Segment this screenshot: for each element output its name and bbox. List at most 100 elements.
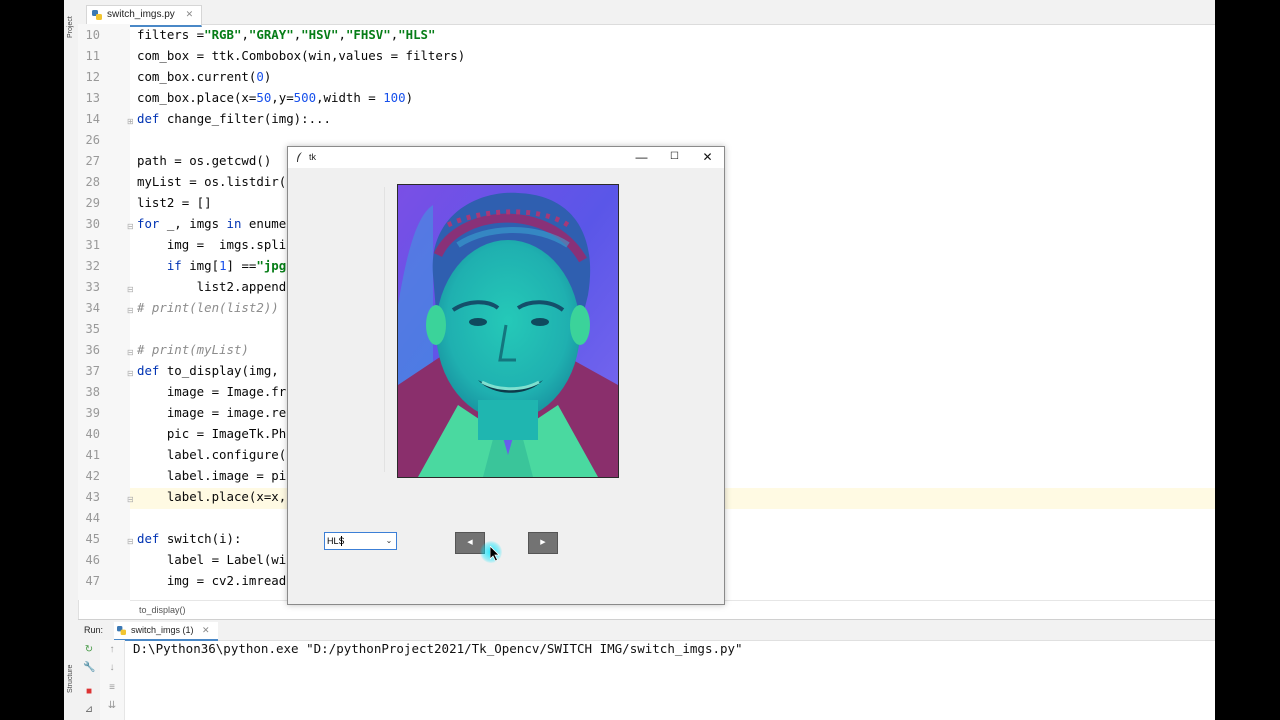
line-number: 12	[85, 70, 100, 84]
code-line[interactable]: pic = ImageTk.Pho	[137, 426, 294, 441]
chevron-down-icon[interactable]: ⌄	[384, 533, 394, 549]
code-line[interactable]: com_box.place(x=50,y=500,width = 100)	[137, 90, 413, 105]
screen-border-right	[1215, 0, 1280, 720]
line-number: 46	[85, 553, 100, 567]
run-toolbar: ↻ 🔧 ■ ⊿	[78, 640, 101, 720]
code-line[interactable]: label.configure(i	[137, 447, 294, 462]
tk-feather-icon	[297, 152, 302, 162]
line-number: 35	[85, 322, 100, 336]
code-line[interactable]: # print(len(list2))	[137, 300, 279, 315]
code-line[interactable]: for _, imgs in enumer	[137, 216, 294, 231]
mouse-cursor-icon	[490, 546, 500, 562]
code-line[interactable]: img = cv2.imread(	[137, 573, 294, 588]
line-number: 14	[85, 112, 100, 126]
run-toolbar-secondary: ↑ ↓ ≡ ⇊	[100, 640, 125, 720]
code-line[interactable]: filters ="RGB","GRAY","HSV","FHSV","HLS"	[137, 27, 435, 42]
line-number: 47	[85, 574, 100, 588]
run-config-label: switch_imgs (1)	[131, 625, 194, 635]
maximize-button[interactable]: ☐	[658, 147, 691, 168]
fold-marker-icon[interactable]: ⊟	[127, 306, 136, 315]
file-tab-label: switch_imgs.py	[107, 9, 175, 20]
fold-marker-icon[interactable]: ⊟	[127, 222, 136, 231]
project-tool-label[interactable]: Project	[67, 16, 74, 38]
line-number: 32	[85, 259, 100, 273]
line-number: 33	[85, 280, 100, 294]
filter-combobox[interactable]: HLS ⌄	[324, 532, 397, 550]
line-number: 44	[85, 511, 100, 525]
next-button[interactable]: ▶	[528, 532, 558, 554]
tk-titlebar[interactable]: tk — ☐ ✕	[288, 147, 724, 168]
line-number: 34	[85, 301, 100, 315]
close-run-tab-icon[interactable]: ✕	[202, 625, 210, 635]
fold-marker-icon[interactable]: ⊟	[127, 348, 136, 357]
line-number: 27	[85, 154, 100, 168]
code-line[interactable]: if img[1] =="jpg"	[137, 258, 294, 273]
fold-marker-icon[interactable]: ⊟	[127, 537, 136, 546]
editor-tab-bar: switch_imgs.py ✕	[78, 0, 1215, 27]
hls-filtered-portrait	[398, 185, 618, 477]
line-number: 45	[85, 532, 100, 546]
python-run-icon	[117, 626, 126, 635]
line-number: 39	[85, 406, 100, 420]
run-tool-header: Run: switch_imgs (1) ✕	[78, 619, 1215, 641]
line-number: 11	[85, 49, 100, 63]
stop-icon[interactable]: ■	[83, 686, 95, 698]
tk-window[interactable]: tk — ☐ ✕ HLS ⌄ ◀ ▶	[287, 146, 725, 605]
code-line[interactable]: myList = os.listdir(p	[137, 174, 294, 189]
line-number: 38	[85, 385, 100, 399]
code-line[interactable]: def change_filter(img):...	[137, 111, 331, 126]
soft-wrap-icon[interactable]: ≡	[106, 682, 118, 694]
code-line[interactable]: com_box.current(0)	[137, 69, 271, 84]
code-line[interactable]: list2 = []	[137, 195, 212, 210]
run-config-tab[interactable]: switch_imgs (1) ✕	[114, 622, 218, 641]
code-line[interactable]: # print(myList)	[137, 342, 249, 357]
line-number: 13	[85, 91, 100, 105]
line-number: 28	[85, 175, 100, 189]
code-line[interactable]: label.place(x=x,	[137, 489, 294, 504]
code-line[interactable]: def to_display(img, l	[137, 363, 294, 378]
close-tab-icon[interactable]: ✕	[186, 9, 194, 19]
structure-tool-label[interactable]: Structure	[67, 665, 74, 693]
line-number: 42	[85, 469, 100, 483]
left-tool-strip: Project Structure	[64, 0, 79, 720]
code-line[interactable]: img = imgs.split	[137, 237, 294, 252]
python-file-icon	[92, 10, 102, 20]
line-number: 43	[85, 490, 100, 504]
line-number: 36	[85, 343, 100, 357]
code-line[interactable]: image = Image.fro	[137, 384, 294, 399]
fold-marker-icon[interactable]: ⊟	[127, 369, 136, 378]
scroll-to-end-icon[interactable]: ⇊	[106, 700, 118, 712]
code-line[interactable]: com_box = ttk.Combobox(win,values = filt…	[137, 48, 465, 63]
code-line[interactable]: label.image = pic	[137, 468, 294, 483]
minimize-button[interactable]: —	[625, 147, 658, 168]
line-number: 26	[85, 133, 100, 147]
faint-divider	[384, 187, 385, 472]
fold-marker-icon[interactable]: ⊟	[127, 285, 136, 294]
code-line[interactable]: def switch(i):	[137, 531, 241, 546]
arrow-up-icon[interactable]: ↑	[106, 644, 118, 656]
line-number: 29	[85, 196, 100, 210]
pin-icon[interactable]: ⊿	[83, 704, 95, 716]
console-output[interactable]: D:\Python36\python.exe "D:/pythonProject…	[133, 641, 743, 656]
line-number: 10	[85, 28, 100, 42]
fold-marker-icon[interactable]: ⊟	[127, 495, 136, 504]
arrow-down-icon[interactable]: ↓	[106, 662, 118, 674]
close-button[interactable]: ✕	[691, 147, 724, 168]
line-number: 37	[85, 364, 100, 378]
code-line[interactable]: label = Label(win	[137, 552, 294, 567]
filtered-photo	[397, 184, 619, 478]
wrench-icon[interactable]: 🔧	[83, 662, 95, 674]
fold-marker-icon[interactable]: ⊞	[127, 117, 136, 126]
run-label: Run:	[84, 625, 104, 635]
code-line[interactable]: list2.append(	[137, 279, 294, 294]
rerun-icon[interactable]: ↻	[83, 644, 95, 656]
code-line[interactable]: image = image.res	[137, 405, 294, 420]
line-number: 40	[85, 427, 100, 441]
line-number: 31	[85, 238, 100, 252]
line-number: 30	[85, 217, 100, 231]
line-number: 41	[85, 448, 100, 462]
breadcrumb-item[interactable]: to_display()	[139, 605, 186, 615]
text-caret	[341, 536, 342, 546]
tk-window-title: tk	[309, 152, 317, 162]
code-line[interactable]: path = os.getcwd()	[137, 153, 271, 168]
